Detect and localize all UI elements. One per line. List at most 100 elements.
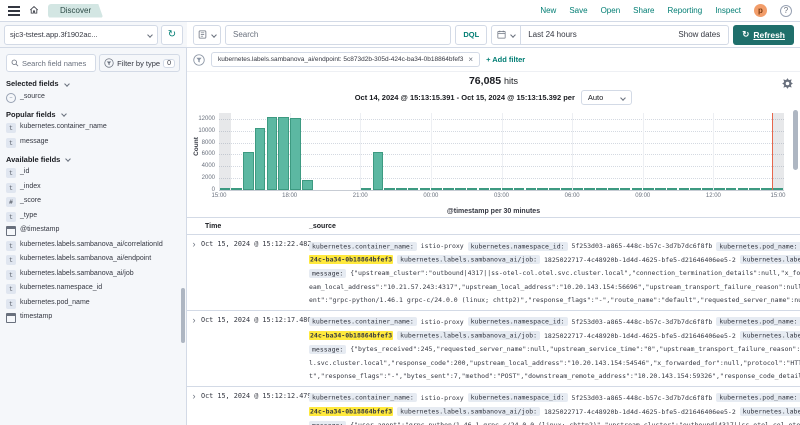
histogram-bar[interactable]: [431, 188, 442, 190]
histogram-bar[interactable]: [302, 180, 313, 190]
field-item[interactable]: tkubernetes.namespace_id: [6, 283, 180, 294]
nav-link-inspect[interactable]: Inspect: [715, 6, 741, 15]
x-tick-label: 18:00: [282, 193, 297, 199]
histogram-bar[interactable]: [537, 188, 548, 190]
column-header-time[interactable]: Time: [187, 223, 309, 230]
histogram-bar[interactable]: [278, 117, 289, 190]
breadcrumb[interactable]: Discover: [48, 4, 103, 18]
nav-link-reporting[interactable]: Reporting: [668, 6, 703, 15]
histogram-bar[interactable]: [726, 188, 737, 190]
histogram-bar[interactable]: [679, 188, 690, 190]
field-item[interactable]: tkubernetes.container_name: [6, 122, 180, 133]
nav-link-save[interactable]: Save: [569, 6, 587, 15]
histogram-bar[interactable]: [573, 188, 584, 190]
histogram-bar[interactable]: [714, 188, 725, 190]
refresh-button[interactable]: ↻Refresh: [733, 25, 794, 45]
histogram-bar[interactable]: [561, 188, 572, 190]
histogram-bar[interactable]: [408, 188, 419, 190]
avatar[interactable]: p: [754, 4, 767, 17]
field-section-heading[interactable]: Selected fields: [6, 79, 180, 88]
histogram-bar[interactable]: [373, 152, 384, 190]
histogram-bar[interactable]: [479, 188, 490, 190]
remove-filter-icon[interactable]: ×: [468, 56, 473, 64]
gear-icon[interactable]: [782, 76, 793, 94]
main-scrollbar[interactable]: [793, 110, 798, 170]
menu-icon[interactable]: [8, 4, 20, 18]
histogram-bar[interactable]: [290, 118, 301, 190]
histogram-bar[interactable]: [620, 188, 631, 190]
field-item[interactable]: timestamp: [6, 312, 180, 323]
sidebar-scrollbar[interactable]: [181, 288, 185, 343]
histogram-bar[interactable]: [220, 188, 231, 190]
histogram-bar[interactable]: [384, 188, 395, 190]
filter-by-type-button[interactable]: Filter by type 0: [99, 54, 180, 72]
histogram-bar[interactable]: [773, 188, 784, 190]
histogram-bar[interactable]: [690, 188, 701, 190]
histogram-bar[interactable]: [467, 188, 478, 190]
nav-link-new[interactable]: New: [540, 6, 556, 15]
histogram-bar[interactable]: [584, 188, 595, 190]
home-icon[interactable]: [29, 2, 39, 20]
nav-link-share[interactable]: Share: [633, 6, 654, 15]
index-pattern-select[interactable]: sjc3-tstest.app.3f1902ac...: [4, 25, 158, 45]
source-line: message: {"bytes_received":245,"requeste…: [309, 343, 800, 357]
histogram-bar[interactable]: [702, 188, 713, 190]
histogram-bar[interactable]: [632, 188, 643, 190]
search-input[interactable]: [225, 25, 451, 45]
histogram-bar[interactable]: [267, 117, 278, 190]
field-section-heading[interactable]: Available fields: [6, 155, 180, 164]
histogram-bar[interactable]: [455, 188, 466, 190]
histogram-bar[interactable]: [655, 188, 666, 190]
field-item[interactable]: #_score: [6, 196, 180, 207]
field-item[interactable]: tkubernetes.labels.sambanova_ai/correlat…: [6, 240, 180, 251]
field-item[interactable]: t_id: [6, 167, 180, 178]
add-filter-button[interactable]: + Add filter: [486, 55, 525, 64]
histogram-bar[interactable]: [420, 188, 431, 190]
search-fields-input[interactable]: Search field names: [6, 54, 96, 72]
help-icon[interactable]: ?: [780, 5, 792, 17]
calendar-menu-button[interactable]: [492, 26, 521, 44]
histogram-bar[interactable]: [761, 188, 772, 190]
histogram-plot-area[interactable]: 15:0018:0021:0000:0003:0006:0009:0012:00…: [219, 113, 784, 191]
field-item[interactable]: tkubernetes.labels.sambanova_ai/job: [6, 269, 180, 280]
histogram-bar[interactable]: [502, 188, 513, 190]
histogram-bar[interactable]: [608, 188, 619, 190]
field-item[interactable]: tkubernetes.pod_name: [6, 298, 180, 309]
index-refresh-button[interactable]: ↻: [161, 25, 183, 45]
histogram-bar[interactable]: [749, 188, 760, 190]
field-item[interactable]: ⋯_source: [6, 92, 180, 103]
field-item[interactable]: tmessage: [6, 137, 180, 148]
histogram-bar[interactable]: [255, 128, 266, 190]
histogram-bar[interactable]: [667, 188, 678, 190]
histogram-bar[interactable]: [514, 188, 525, 190]
field-item[interactable]: tkubernetes.labels.sambanova_ai/endpoint: [6, 254, 180, 265]
interval-select[interactable]: Auto: [581, 90, 632, 105]
histogram-bar[interactable]: [361, 188, 372, 190]
saved-query-menu-button[interactable]: [193, 25, 221, 45]
histogram-bar[interactable]: [396, 188, 407, 190]
expand-row-icon[interactable]: ›: [187, 240, 201, 308]
histogram-bar[interactable]: [243, 152, 254, 190]
change-all-filters-icon[interactable]: [193, 54, 205, 66]
field-section-heading[interactable]: Popular fields: [6, 110, 180, 119]
field-item[interactable]: t_type: [6, 211, 180, 222]
histogram-bar[interactable]: [231, 188, 242, 190]
field-item[interactable]: t_index: [6, 182, 180, 193]
query-language-button[interactable]: DQL: [455, 25, 487, 45]
expand-row-icon[interactable]: ›: [187, 392, 201, 425]
field-item[interactable]: @timestamp: [6, 225, 180, 236]
histogram-bar[interactable]: [443, 188, 454, 190]
histogram-bar[interactable]: [490, 188, 501, 190]
expand-row-icon[interactable]: ›: [187, 316, 201, 384]
histogram-bar[interactable]: [549, 188, 560, 190]
filter-pill[interactable]: kubernetes.labels.sambanova_ai/endpoint:…: [211, 52, 480, 67]
show-dates-button[interactable]: Show dates: [670, 30, 728, 39]
histogram-bar[interactable]: [643, 188, 654, 190]
index-pattern-area: sjc3-tstest.app.3f1902ac... ↻: [0, 22, 187, 47]
histogram-bar[interactable]: [596, 188, 607, 190]
time-range-value[interactable]: Last 24 hours: [521, 30, 583, 39]
nav-link-open[interactable]: Open: [601, 6, 621, 15]
histogram-bar[interactable]: [526, 188, 537, 190]
field-badge: kubernetes.labels.sambanova_ai/job:: [397, 407, 540, 416]
histogram-bar[interactable]: [738, 188, 749, 190]
